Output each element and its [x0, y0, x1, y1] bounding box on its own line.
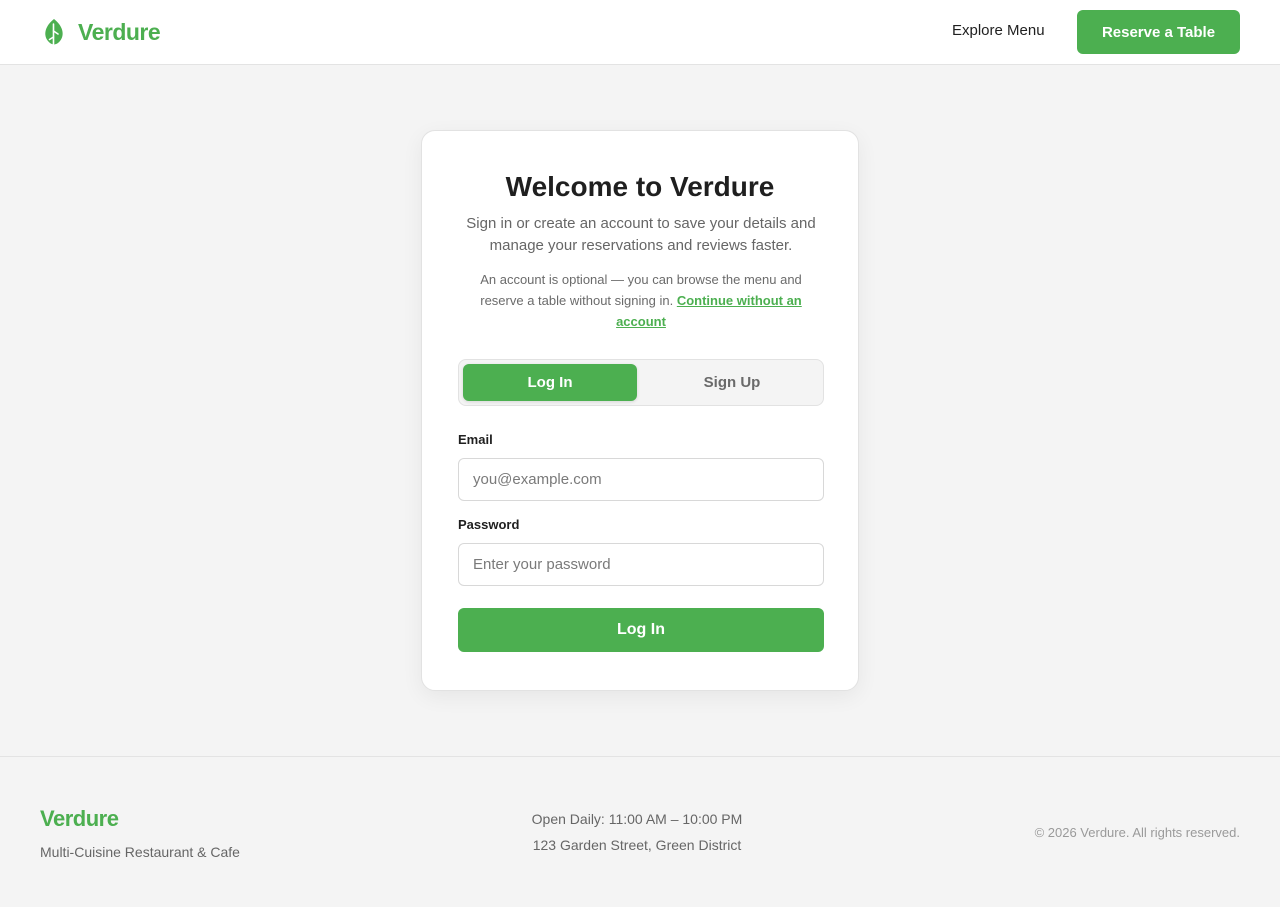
- password-label: Password: [458, 517, 520, 532]
- card-title: Welcome to Verdure: [505, 171, 775, 202]
- leaf-icon: [40, 16, 68, 48]
- footer-hours: Open Daily: 11:00 AM – 10:00 PM: [531, 811, 743, 827]
- auth-tabs: Log In Sign Up: [458, 359, 824, 406]
- explore-menu-link[interactable]: Explore Menu: [938, 22, 1059, 39]
- tab-log-in[interactable]: Log In: [463, 364, 637, 401]
- email-label: Email: [458, 432, 493, 447]
- footer-copyright: © 2026 Verdure. All rights reserved.: [1034, 825, 1240, 840]
- site-header: Verdure Explore Menu Reserve a Table: [0, 0, 1280, 65]
- brand-home-link[interactable]: Verdure: [40, 16, 161, 48]
- card-subtitle: Sign in or create an account to save you…: [466, 215, 816, 254]
- footer-brand-name: Verdure: [40, 806, 119, 831]
- footer-address: 123 Garden Street, Green District: [532, 837, 742, 853]
- password-field[interactable]: [458, 543, 824, 586]
- footer-tagline: Multi-Cuisine Restaurant & Cafe: [40, 844, 240, 860]
- tab-sign-up[interactable]: Sign Up: [645, 364, 819, 401]
- log-in-button[interactable]: Log In: [458, 608, 824, 652]
- reserve-table-button[interactable]: Reserve a Table: [1077, 10, 1240, 54]
- email-field[interactable]: [458, 458, 824, 501]
- brand-name: Verdure: [78, 18, 161, 45]
- site-footer: Verdure Multi-Cuisine Restaurant & Cafe …: [0, 756, 1280, 907]
- optional-account-note: An account is optional — you can browse …: [458, 269, 824, 332]
- auth-card: Welcome to Verdure Sign in or create an …: [421, 130, 859, 691]
